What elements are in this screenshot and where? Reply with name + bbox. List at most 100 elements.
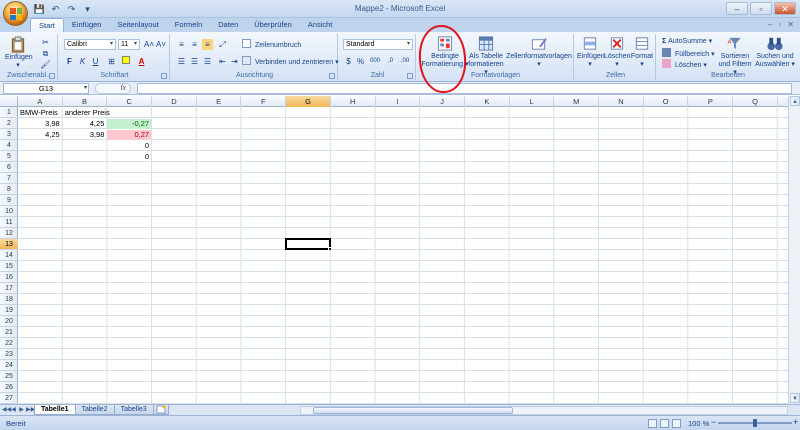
row-header-19[interactable]: 19 xyxy=(0,305,18,316)
prev-sheet-icon[interactable]: ◀ xyxy=(10,406,17,415)
cell-c3[interactable]: 0,27 xyxy=(107,130,152,140)
insert-cells-button[interactable]: Einfügen ▾ xyxy=(577,35,605,69)
thousands-button[interactable]: 000 xyxy=(368,56,382,67)
shrink-font-button[interactable]: A˅ xyxy=(155,39,167,50)
tab-start[interactable]: Start xyxy=(30,18,64,32)
increase-indent-icon[interactable]: ⇥ xyxy=(229,56,240,67)
alignment-launcher-icon[interactable] xyxy=(329,73,335,79)
fill-handle[interactable] xyxy=(327,247,332,251)
page-break-view-icon[interactable] xyxy=(672,419,681,428)
column-header-o[interactable]: O xyxy=(644,96,689,107)
increase-decimal-button[interactable]: ,0 xyxy=(384,56,397,67)
zoom-slider[interactable] xyxy=(718,419,792,427)
column-header-j[interactable]: J xyxy=(420,96,465,107)
cell-b1[interactable]: anderer Preis xyxy=(63,108,110,118)
row-header-20[interactable]: 20 xyxy=(0,316,18,327)
cell-c5[interactable]: 0 xyxy=(107,152,151,162)
row-header-2[interactable]: 2 xyxy=(0,118,18,129)
row-header-18[interactable]: 18 xyxy=(0,294,18,305)
wrap-text-button[interactable]: Zeilenumbruch xyxy=(242,39,301,49)
align-middle-icon[interactable]: ≡ xyxy=(189,39,200,50)
fill-color-icon[interactable] xyxy=(120,56,131,67)
cell-c4[interactable]: 0 xyxy=(107,141,151,151)
italic-button[interactable]: K xyxy=(77,56,88,67)
row-header-17[interactable]: 17 xyxy=(0,283,18,294)
formula-input[interactable] xyxy=(137,83,792,94)
column-header-d[interactable]: D xyxy=(152,96,197,107)
column-header-a[interactable]: A xyxy=(18,96,63,107)
clear-button[interactable]: Löschen ▾ xyxy=(662,59,707,69)
find-select-button[interactable]: Suchen und Auswählen ▾ xyxy=(754,35,796,69)
normal-view-icon[interactable] xyxy=(648,419,657,428)
minimize-button[interactable]: – xyxy=(726,2,748,15)
cut-icon[interactable]: ✂ xyxy=(40,37,51,48)
cell-styles-button[interactable]: Zellenformatvorlagen ▾ xyxy=(506,35,572,69)
row-header-6[interactable]: 6 xyxy=(0,162,18,173)
insert-sheet-icon[interactable] xyxy=(152,405,169,415)
select-all-corner[interactable] xyxy=(0,96,18,107)
row-header-23[interactable]: 23 xyxy=(0,349,18,360)
office-button[interactable] xyxy=(3,1,28,26)
number-format-combo[interactable]: Standard ▾ xyxy=(343,39,413,50)
percent-button[interactable]: % xyxy=(355,56,366,67)
zoom-in-button[interactable]: + xyxy=(793,417,798,427)
column-header-k[interactable]: K xyxy=(465,96,510,107)
doc-close-button[interactable]: ✕ xyxy=(787,20,794,29)
page-layout-view-icon[interactable] xyxy=(660,419,669,428)
align-center-icon[interactable]: ☰ xyxy=(189,56,200,67)
currency-button[interactable]: $ xyxy=(343,56,354,67)
maximize-button[interactable]: ▫ xyxy=(750,2,772,15)
zoom-level[interactable]: 100 % xyxy=(688,419,709,428)
close-button[interactable]: ✕ xyxy=(774,2,796,15)
font-color-button[interactable]: A xyxy=(136,56,147,67)
tab-formeln[interactable]: Formeln xyxy=(167,18,211,32)
format-cells-button[interactable]: Format ▾ xyxy=(630,35,654,69)
tab-daten[interactable]: Daten xyxy=(210,18,246,32)
next-sheet-icon[interactable]: ▶ xyxy=(18,406,25,415)
cell-b3[interactable]: 3,98 xyxy=(63,130,107,140)
scroll-up-arrow-icon[interactable]: ▲ xyxy=(790,96,800,106)
column-header-g[interactable]: G xyxy=(286,96,331,107)
horizontal-scroll-thumb[interactable] xyxy=(313,407,513,414)
row-header-10[interactable]: 10 xyxy=(0,206,18,217)
row-header-15[interactable]: 15 xyxy=(0,261,18,272)
cell-area[interactable]: BMW-Preis anderer Preis 3,98 4,25 -0,27 4,25 3… xyxy=(18,107,788,404)
sheet-tab-tabelle1[interactable]: Tabelle1 xyxy=(34,405,76,415)
conditional-formatting-button[interactable]: Bedingte Formatierung ▾ xyxy=(420,35,470,69)
row-header-9[interactable]: 9 xyxy=(0,195,18,206)
column-header-e[interactable]: E xyxy=(197,96,242,107)
delete-cells-button[interactable]: Löschen ▾ xyxy=(604,35,630,69)
paste-button[interactable]: Einfügen ▾ xyxy=(5,36,33,70)
tab-seitenlayout[interactable]: Seitenlayout xyxy=(109,18,166,32)
row-header-12[interactable]: 12 xyxy=(0,228,18,239)
cell-a1[interactable]: BMW-Preis xyxy=(18,108,62,118)
tab-einfuegen[interactable]: Einfügen xyxy=(64,18,110,32)
row-header-8[interactable]: 8 xyxy=(0,184,18,195)
row-header-7[interactable]: 7 xyxy=(0,173,18,184)
font-size-combo[interactable]: 11 ▾ xyxy=(118,39,140,50)
active-cell-cursor[interactable] xyxy=(285,238,332,251)
horizontal-scrollbar[interactable] xyxy=(300,406,788,415)
tab-ansicht[interactable]: Ansicht xyxy=(300,18,341,32)
scroll-down-arrow-icon[interactable]: ▼ xyxy=(790,393,800,403)
orientation-icon[interactable]: ⤢ xyxy=(217,39,228,50)
column-header-f[interactable]: F xyxy=(242,96,287,107)
font-launcher-icon[interactable] xyxy=(161,73,167,79)
column-header-q[interactable]: Q xyxy=(733,96,778,107)
row-header-26[interactable]: 26 xyxy=(0,382,18,393)
sheet-tab-tabelle2[interactable]: Tabelle2 xyxy=(74,405,115,415)
name-box[interactable]: G13 ▾ xyxy=(3,83,89,94)
column-header-i[interactable]: I xyxy=(376,96,421,107)
cell-c2[interactable]: -0,27 xyxy=(107,119,152,129)
borders-icon[interactable]: ⊞ xyxy=(106,56,117,67)
align-top-icon[interactable]: ≡ xyxy=(176,39,187,50)
doc-restore-button[interactable]: ▫ xyxy=(778,20,781,29)
column-header-c[interactable]: C xyxy=(107,96,153,107)
row-header-22[interactable]: 22 xyxy=(0,338,18,349)
row-header-5[interactable]: 5 xyxy=(0,151,18,162)
row-header-3[interactable]: 3 xyxy=(0,129,18,140)
column-header-b[interactable]: B xyxy=(63,96,108,107)
cell-a3[interactable]: 4,25 xyxy=(18,130,62,140)
clipboard-launcher-icon[interactable] xyxy=(49,73,55,79)
row-header-16[interactable]: 16 xyxy=(0,272,18,283)
